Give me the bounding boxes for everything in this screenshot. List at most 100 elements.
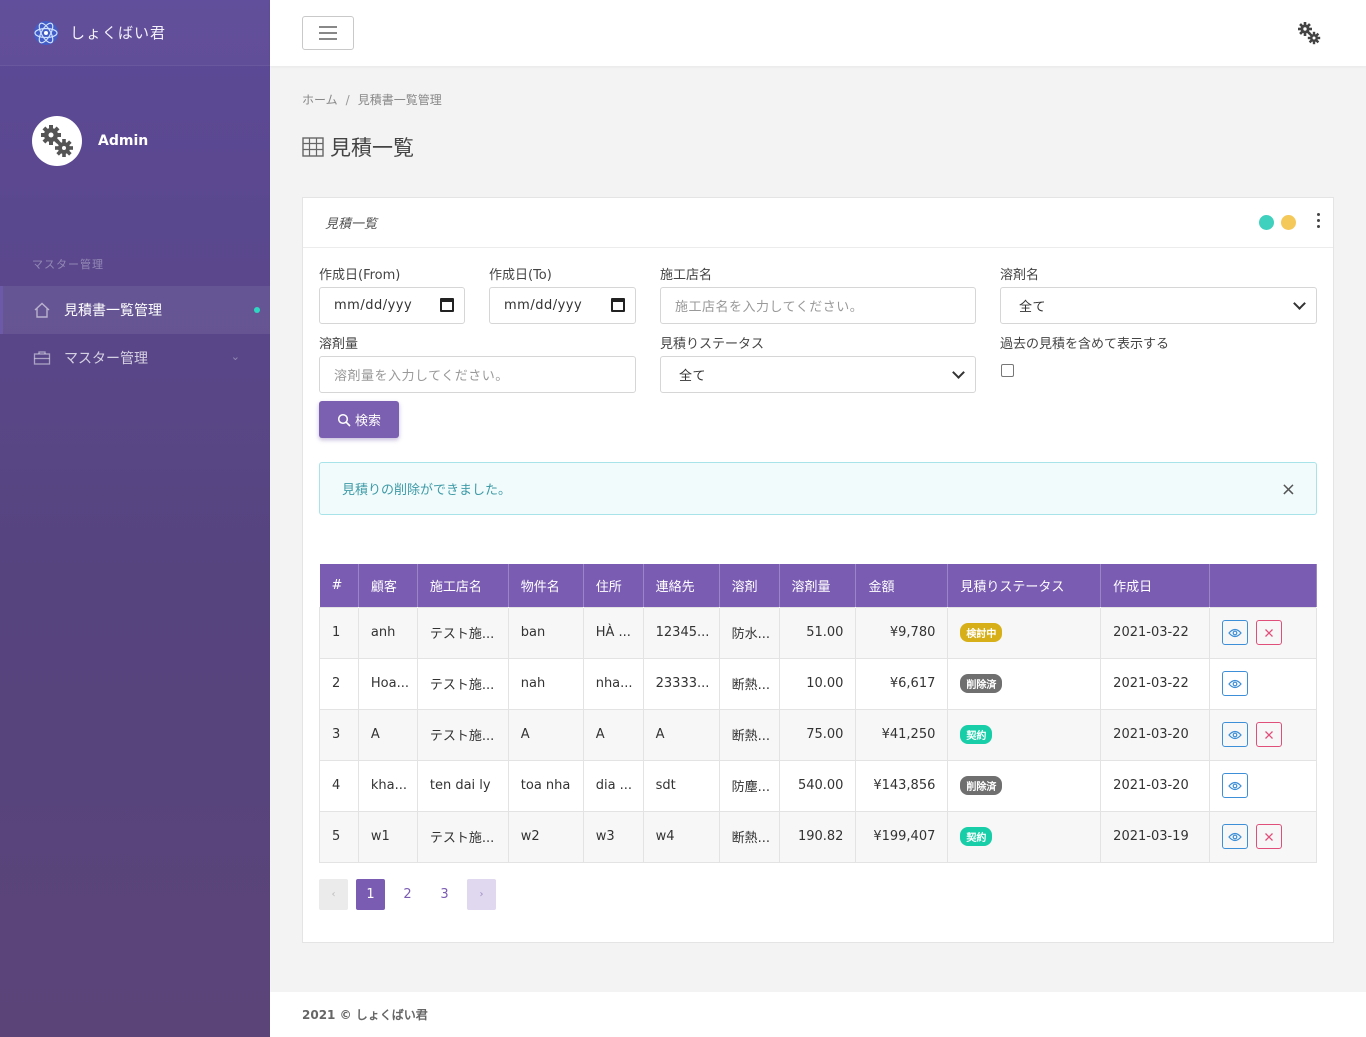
cell-status: 検討中 bbox=[947, 606, 1102, 659]
cell-contact: sdt bbox=[642, 759, 720, 812]
breadcrumb-separator: / bbox=[345, 93, 350, 107]
settings-gears-icon[interactable] bbox=[1296, 20, 1322, 46]
table-row: 4 kha... ten dai ly toa nha dia ... sdt 防塵... 5… bbox=[319, 759, 1317, 812]
sidebar-item-quotes[interactable]: 見積書一覧管理 bbox=[0, 286, 270, 334]
cell-no: 4 bbox=[319, 759, 359, 812]
cell-shop: ten dai ly bbox=[416, 759, 509, 812]
column-header[interactable]: 連絡先 bbox=[643, 564, 720, 607]
column-header[interactable]: 金額 bbox=[855, 564, 949, 607]
date-from-value: mm/dd/yyy bbox=[334, 298, 413, 313]
column-header-actions bbox=[1209, 564, 1317, 607]
calendar-icon[interactable] bbox=[611, 298, 625, 312]
search-button[interactable]: 検索 bbox=[319, 401, 399, 438]
view-button[interactable] bbox=[1222, 773, 1249, 798]
prev-page-button[interactable]: ‹ bbox=[319, 879, 348, 910]
sidebar-item-label: マスター管理 bbox=[64, 351, 148, 367]
cell-customer: A bbox=[357, 708, 418, 761]
cell-status: 削除済 bbox=[947, 759, 1102, 812]
cell-actions bbox=[1209, 657, 1317, 710]
close-icon[interactable]: × bbox=[1281, 479, 1296, 500]
cell-date: 2021-03-20 bbox=[1100, 759, 1211, 812]
column-header[interactable]: # bbox=[319, 564, 359, 607]
close-icon bbox=[1265, 730, 1274, 739]
column-header[interactable]: 作成日 bbox=[1100, 564, 1211, 607]
page-button-3[interactable]: 3 bbox=[430, 879, 459, 910]
column-header[interactable]: 物件名 bbox=[508, 564, 584, 607]
sidebar-item-master[interactable]: マスター管理 ⌄ bbox=[0, 334, 270, 382]
date-to-input[interactable]: mm/dd/yyy bbox=[489, 287, 636, 324]
status-dot-yellow bbox=[1281, 215, 1296, 230]
cell-customer: anh bbox=[357, 606, 418, 659]
page-button-1[interactable]: 1 bbox=[356, 879, 385, 910]
status-badge: 検討中 bbox=[960, 623, 1003, 642]
chevron-down-icon bbox=[952, 366, 965, 379]
nav-section-label: マスター管理 bbox=[32, 258, 104, 271]
quote-table: # 顧客 施工店名 物件名 住所 連絡先 溶剤 溶剤量 金額 見積りステータス … bbox=[319, 564, 1317, 863]
cell-customer: Hoa... bbox=[357, 657, 418, 710]
status-badge: 削除済 bbox=[960, 674, 1003, 693]
profile-name: Admin bbox=[98, 133, 149, 149]
view-button[interactable] bbox=[1222, 671, 1249, 696]
cell-solvent: 断熱... bbox=[718, 810, 780, 863]
date-to-value: mm/dd/yyy bbox=[504, 298, 583, 313]
more-options-icon[interactable] bbox=[1315, 213, 1321, 228]
avatar[interactable] bbox=[32, 116, 82, 166]
column-header[interactable]: 見積りステータス bbox=[947, 564, 1102, 607]
cell-actions bbox=[1209, 759, 1317, 812]
solvent-amount-input[interactable]: 溶剤量を入力してください。 bbox=[319, 356, 636, 393]
search-icon bbox=[337, 413, 351, 427]
view-button[interactable] bbox=[1222, 722, 1249, 747]
column-header[interactable]: 顧客 bbox=[358, 564, 418, 607]
cell-customer: kha... bbox=[357, 759, 418, 812]
delete-button[interactable] bbox=[1256, 824, 1283, 849]
view-button[interactable] bbox=[1222, 824, 1249, 849]
eye-icon bbox=[1228, 628, 1242, 637]
status-select-value: 全て bbox=[679, 369, 707, 384]
include-past-checkbox[interactable] bbox=[1001, 364, 1014, 377]
date-from-input[interactable]: mm/dd/yyy bbox=[319, 287, 465, 324]
briefcase-icon bbox=[32, 348, 52, 368]
card-title: 見積一覧 bbox=[325, 217, 378, 232]
cell-status: 削除済 bbox=[947, 657, 1102, 710]
status-dot-teal bbox=[1259, 215, 1274, 230]
table-row: 3 A テスト施... A A A 断熱... 75.00 ¥41,250 契約 2021-03-2… bbox=[319, 708, 1317, 761]
column-header[interactable]: 溶剤量 bbox=[779, 564, 857, 607]
sidebar-item-label: 見積書一覧管理 bbox=[64, 303, 162, 319]
solvent-amount-placeholder: 溶剤量を入力してください。 bbox=[334, 369, 509, 384]
delete-button[interactable] bbox=[1256, 722, 1283, 747]
status-badge: 契約 bbox=[960, 725, 993, 744]
view-button[interactable] bbox=[1222, 620, 1249, 645]
calendar-icon[interactable] bbox=[440, 298, 454, 312]
cell-address: A bbox=[582, 708, 644, 761]
breadcrumb-home-link[interactable]: ホーム bbox=[302, 93, 338, 107]
page-title: 見積一覧 bbox=[302, 132, 414, 162]
page-button-2[interactable]: 2 bbox=[393, 879, 422, 910]
column-header[interactable]: 溶剤 bbox=[719, 564, 780, 607]
solvent-amount-label: 溶剤量 bbox=[319, 337, 359, 352]
chevron-down-icon: ⌄ bbox=[230, 350, 240, 363]
cell-shop: テスト施... bbox=[416, 708, 509, 761]
cell-actions bbox=[1209, 606, 1317, 659]
cell-date: 2021-03-19 bbox=[1100, 810, 1211, 863]
solvent-name-select[interactable]: 全て bbox=[1000, 287, 1317, 324]
quote-list-card: 見積一覧 作成日(From) mm/dd/yyy 作成日(To) mm/dd/y… bbox=[302, 197, 1334, 943]
table-header-row: # 顧客 施工店名 物件名 住所 連絡先 溶剤 溶剤量 金額 見積りステータス … bbox=[319, 564, 1317, 607]
column-header[interactable]: 施工店名 bbox=[417, 564, 509, 607]
date-to-label: 作成日(To) bbox=[489, 268, 552, 283]
cell-property: w2 bbox=[507, 810, 584, 863]
menu-toggle-button[interactable] bbox=[302, 16, 354, 50]
status-badge: 削除済 bbox=[960, 776, 1003, 795]
cell-no: 3 bbox=[319, 708, 359, 761]
cell-price: ¥6,617 bbox=[855, 657, 949, 710]
cell-amount: 540.00 bbox=[778, 759, 857, 812]
delete-button[interactable] bbox=[1256, 620, 1283, 645]
cell-price: ¥9,780 bbox=[855, 606, 949, 659]
column-header[interactable]: 住所 bbox=[583, 564, 644, 607]
next-page-button[interactable]: › bbox=[467, 879, 496, 910]
brand[interactable]: しょくばい君 bbox=[0, 0, 270, 66]
cell-property: nah bbox=[507, 657, 584, 710]
cell-price: ¥199,407 bbox=[855, 810, 949, 863]
quote-status-select[interactable]: 全て bbox=[660, 356, 976, 393]
shop-name-input[interactable]: 施工店名を入力してください。 bbox=[660, 287, 976, 324]
cell-amount: 75.00 bbox=[778, 708, 857, 761]
